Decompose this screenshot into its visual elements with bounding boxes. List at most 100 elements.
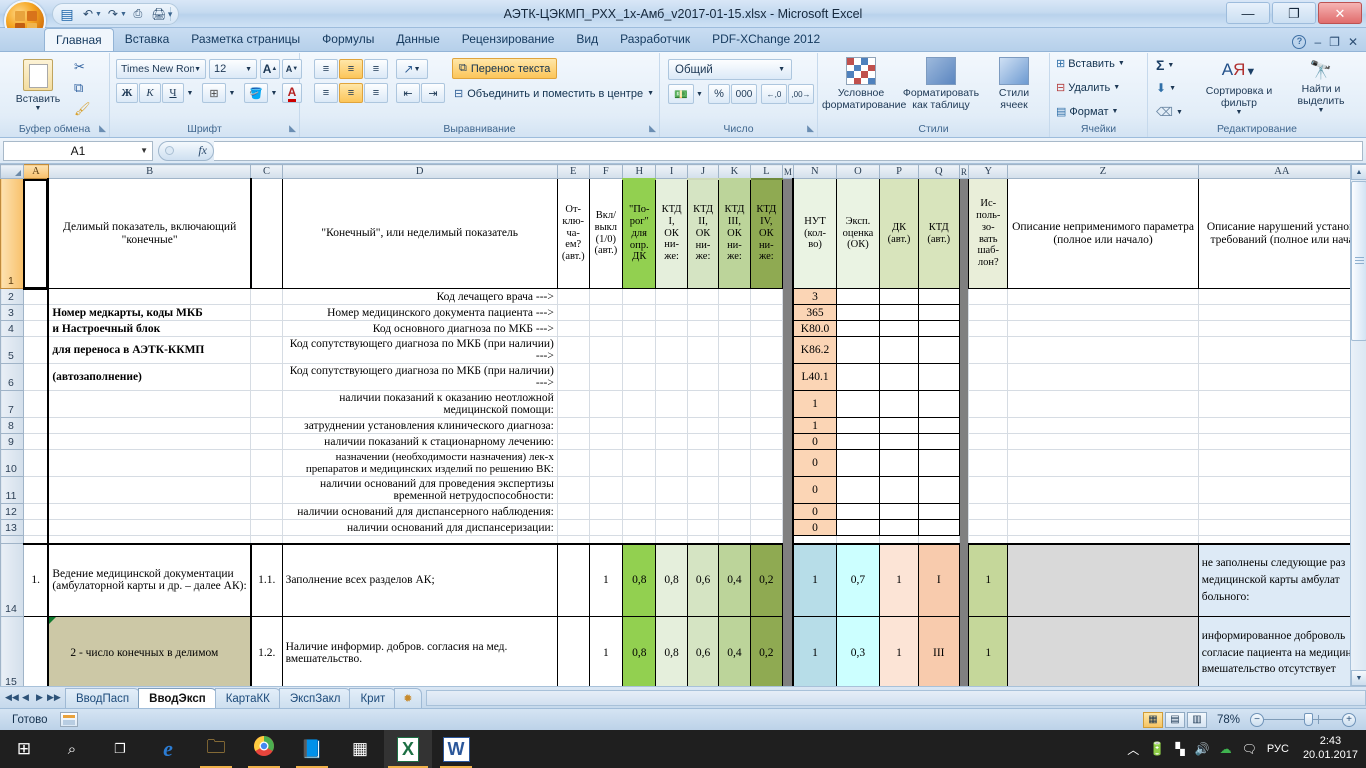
help-icon[interactable]: ? — [1292, 35, 1307, 49]
cell-Y5[interactable] — [968, 336, 1009, 364]
cell-F15[interactable]: 1 — [588, 616, 624, 686]
cell-I7[interactable] — [655, 390, 688, 418]
merge-center-button[interactable]: ⊟ Объединить и поместить в центре ▼ — [452, 83, 656, 104]
cell-E12[interactable] — [556, 503, 590, 520]
view-buttons[interactable]: ▦ ▤ ▥ — [1142, 711, 1207, 728]
column-header-F[interactable]: F — [588, 164, 624, 179]
cell-O3[interactable] — [835, 304, 881, 321]
cell-K6[interactable] — [718, 363, 751, 391]
taskbar[interactable]: ⊞ ⌕ ❐ e 🗀 📘 ▦ X W ︿ 🔋 ▚ 🔊 ☁ 🗨 РУС 2:43 2… — [0, 730, 1366, 768]
cell-H7[interactable] — [622, 390, 657, 418]
cell-B5[interactable]: для переноса в АЭТК-ККМП — [47, 336, 252, 364]
cell-P5[interactable] — [879, 336, 919, 364]
cell-L8[interactable] — [749, 417, 783, 434]
cell-Q6[interactable] — [917, 363, 960, 391]
cloud-sync-icon[interactable]: ☁ — [1220, 742, 1232, 756]
cell-Y3[interactable] — [968, 304, 1009, 321]
column-header-D[interactable]: D — [281, 164, 558, 179]
cell-N5[interactable]: K86.2 — [792, 336, 837, 364]
sheet-tab-kartakk[interactable]: КартаКК — [214, 687, 281, 708]
cell-H15[interactable]: 0,8 — [622, 616, 657, 686]
cell-H5[interactable] — [622, 336, 657, 364]
autosum-button[interactable]: Σ ▼ — [1156, 57, 1174, 73]
find-select-chevron-down-icon[interactable]: ▼ — [1318, 107, 1325, 115]
clear-button[interactable]: ⌫ ▼ — [1156, 105, 1183, 119]
font-size-chevron-down-icon[interactable]: ▼ — [245, 66, 252, 73]
cell-D15[interactable]: Наличие информир. добров. согласия на ме… — [281, 616, 558, 686]
cell-F6[interactable] — [588, 363, 624, 391]
cell-K14[interactable]: 0,4 — [718, 543, 751, 617]
cell-N1[interactable]: НУТ (кол- во) — [792, 178, 837, 289]
wrap-text-button[interactable]: ⧉ Перенос текста — [452, 58, 558, 79]
cell-K12[interactable] — [718, 503, 751, 520]
cell-O12[interactable] — [835, 503, 881, 520]
cell-H4[interactable] — [622, 320, 657, 337]
scroll-up-icon[interactable]: ▲ — [1351, 164, 1366, 180]
cell-Z11[interactable] — [1007, 476, 1199, 504]
cell-F14[interactable]: 1 — [588, 543, 624, 617]
cell-N10[interactable]: 0 — [792, 449, 837, 477]
cell-O9[interactable] — [835, 433, 881, 450]
decrease-decimal-button[interactable]: ,00→ — [788, 84, 814, 104]
cell-D14[interactable]: Заполнение всех разделов АК; — [281, 543, 558, 617]
cell-F12[interactable] — [588, 503, 624, 520]
qat-more-icon[interactable]: ▾ — [168, 9, 173, 20]
column-header-H[interactable]: H — [622, 164, 657, 180]
cell-J2[interactable] — [686, 288, 720, 305]
column-header-L[interactable]: L — [749, 164, 783, 180]
cell-H6[interactable] — [622, 363, 657, 391]
cell-Z14[interactable] — [1007, 543, 1199, 617]
align-right-button[interactable]: ≡ — [364, 83, 388, 103]
cell-Q9[interactable] — [917, 433, 960, 450]
ribbon-tab-view[interactable]: Вид — [565, 28, 609, 51]
redo-chevron-down-icon[interactable]: ▼ — [120, 11, 127, 18]
row-header-4[interactable]: 4 — [0, 320, 24, 337]
sheet-tab-new[interactable]: ✹ — [394, 687, 422, 708]
align-middle-button[interactable]: ≡ — [339, 59, 363, 79]
row-header-1[interactable]: 1 — [0, 178, 24, 289]
sheet-row-1[interactable]: 1 Делимый показатель, включающий "конечн… — [0, 178, 1366, 289]
cell-K9[interactable] — [718, 433, 751, 450]
cut-icon[interactable]: ✂ — [74, 59, 85, 75]
cell-Y10[interactable] — [968, 449, 1009, 477]
cell-Y13[interactable] — [968, 519, 1009, 536]
cell-A14[interactable]: 1. — [22, 543, 49, 617]
cell-C9[interactable] — [250, 433, 283, 450]
cell-O14[interactable]: 0,7 — [835, 543, 881, 617]
name-box[interactable]: A1 ▼ — [3, 140, 153, 161]
ribbon-tab-developer[interactable]: Разработчик — [609, 28, 701, 51]
cell-J15[interactable]: 0,6 — [686, 616, 720, 686]
cell-C6[interactable] — [250, 363, 283, 391]
sort-filter-chevron-down-icon[interactable]: ▼ — [1236, 109, 1243, 117]
cell-AA11[interactable] — [1197, 476, 1366, 504]
row-header-9[interactable]: 9 — [0, 433, 24, 450]
conditional-formatting-button[interactable]: Условное форматирование — [822, 57, 906, 111]
cell-P14[interactable]: 1 — [879, 543, 919, 617]
calculator-app-button[interactable]: ▦ — [336, 730, 384, 768]
alignment-dialog-launcher-icon[interactable]: ◣ — [649, 123, 656, 134]
new-sheet-icon[interactable]: ✹ — [403, 693, 412, 705]
sheet-row-6[interactable]: 6 (автозаполнение) Код сопутствующего ди… — [0, 363, 1366, 391]
cell-J14[interactable]: 0,6 — [686, 543, 720, 617]
chrome-app-button[interactable] — [240, 730, 288, 768]
sheet-row-4[interactable]: 4 и Настроечный блок Код основного диагн… — [0, 320, 1366, 337]
cell-B13[interactable] — [47, 519, 252, 536]
cell-N11[interactable]: 0 — [792, 476, 837, 504]
cell-I13[interactable] — [655, 519, 688, 536]
cell-D5[interactable]: Код сопутствующего диагноза по МКБ (при … — [281, 336, 558, 364]
cell-H1[interactable]: "По- рог" для опр. ДК — [622, 178, 657, 289]
cell-B1[interactable]: Делимый показатель, включающий "конечные… — [47, 178, 252, 289]
cell-Z1[interactable]: Описание неприменимого параметра (полное… — [1007, 178, 1199, 289]
cell-AA10[interactable] — [1197, 449, 1366, 477]
sheet-row-10[interactable]: 10 назначении (необходимости назначения)… — [0, 449, 1366, 477]
row-header-12[interactable]: 12 — [0, 503, 24, 520]
cell-L12[interactable] — [749, 503, 783, 520]
sheet-row-3[interactable]: 3 Номер медкарты, коды МКБ Номер медицин… — [0, 304, 1366, 321]
cell-J8[interactable] — [686, 417, 720, 434]
cell-F11[interactable] — [588, 476, 624, 504]
cell-F4[interactable] — [588, 320, 624, 337]
column-header-J[interactable]: J — [686, 164, 720, 180]
cell-Z3[interactable] — [1007, 304, 1199, 321]
cell-B4[interactable]: и Настроечный блок — [47, 320, 252, 337]
clipboard-dialog-launcher-icon[interactable]: ◣ — [99, 123, 106, 134]
